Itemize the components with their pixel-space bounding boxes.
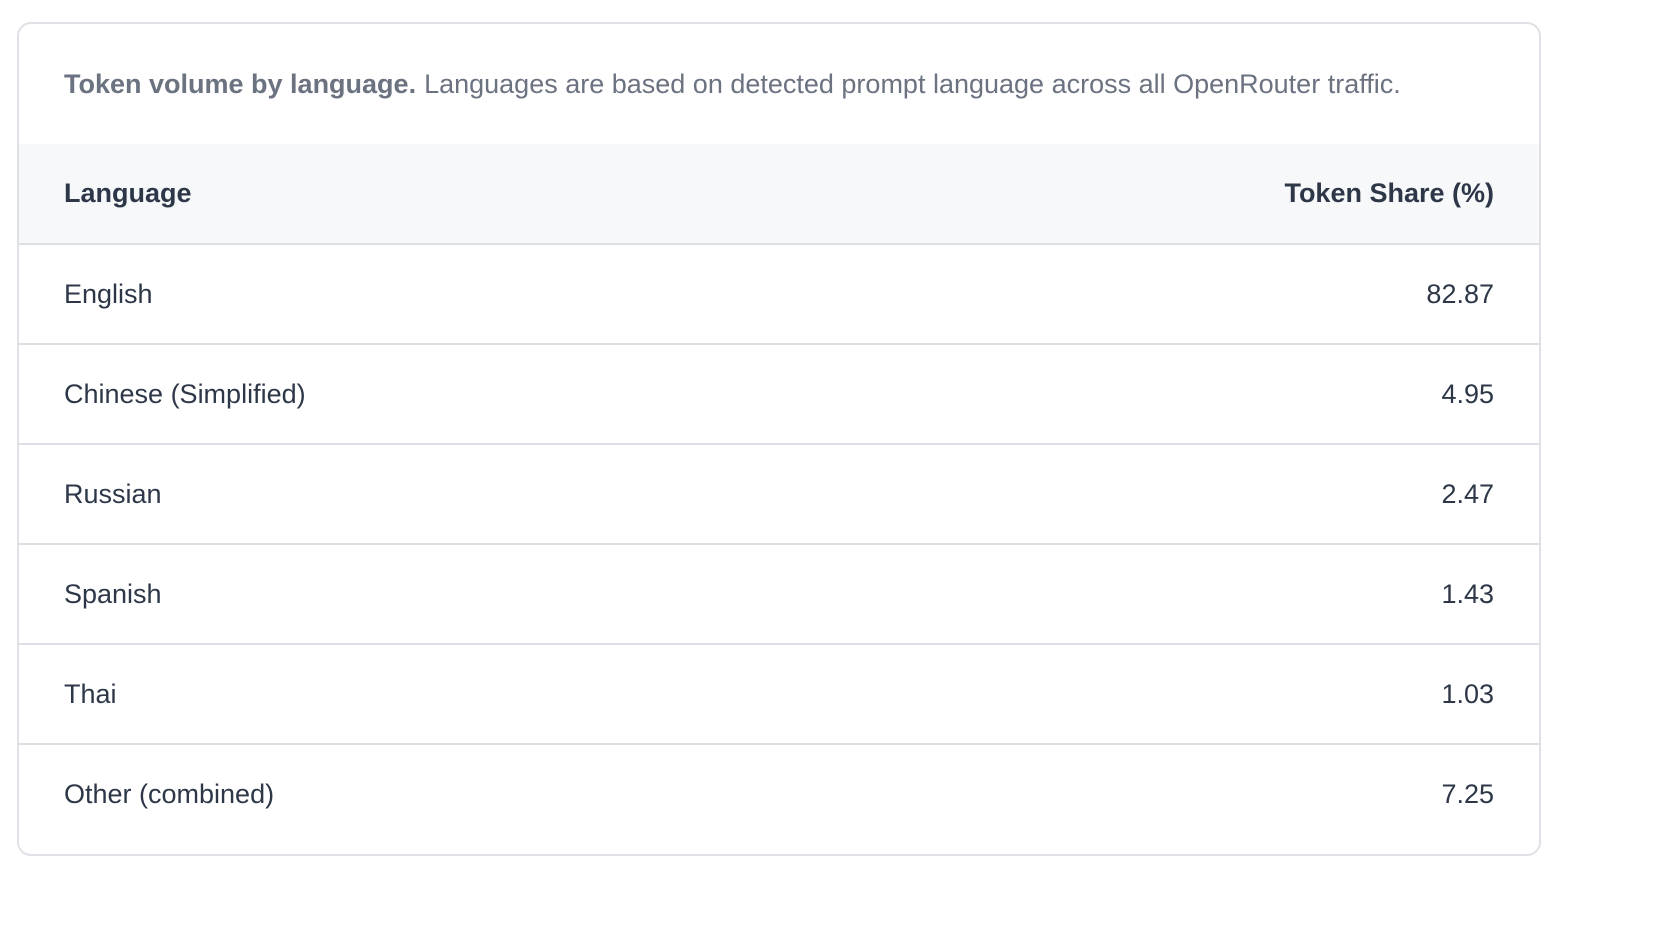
token-share-cell: 7.25: [1441, 779, 1494, 809]
language-cell: Chinese (Simplified): [19, 344, 779, 445]
token-share-cell: 2.47: [779, 444, 1539, 545]
token-share-cell: 82.87: [779, 244, 1539, 345]
language-table-card: Token volume by language. Languages are …: [17, 22, 1541, 856]
header-row: Language Token Share (%): [19, 144, 1539, 245]
table-row: Russian 2.47: [19, 444, 1539, 545]
language-cell: Thai: [19, 644, 779, 745]
table-body: English 82.87 Chinese (Simplified) 4.95 …: [19, 244, 1539, 844]
column-header-language: Language: [19, 144, 779, 245]
language-cell: Russian: [19, 444, 779, 545]
token-share-cell: 1.03: [779, 644, 1539, 745]
token-share-cell: 4.95: [779, 344, 1539, 445]
table-caption: Token volume by language. Languages are …: [19, 24, 1539, 144]
table-header: Language Token Share (%): [19, 144, 1539, 245]
column-header-token-share: Token Share (%): [779, 144, 1539, 245]
table-row: Chinese (Simplified) 4.95: [19, 344, 1539, 445]
table-row: Thai 1.03: [19, 644, 1539, 745]
table-row: English 82.87: [19, 244, 1539, 345]
language-cell: English: [19, 244, 779, 345]
language-cell: Other (combined): [64, 779, 275, 809]
language-token-share-table: Language Token Share (%) English 82.87 C…: [19, 144, 1539, 844]
language-cell: Spanish: [19, 544, 779, 645]
caption-description: Languages are based on detected prompt l…: [424, 68, 1401, 99]
caption-title: Token volume by language.: [64, 68, 417, 99]
table-row: Spanish 1.43: [19, 544, 1539, 645]
token-share-cell: 1.43: [779, 544, 1539, 645]
table-row: Other (combined) 7.25: [19, 744, 1539, 844]
